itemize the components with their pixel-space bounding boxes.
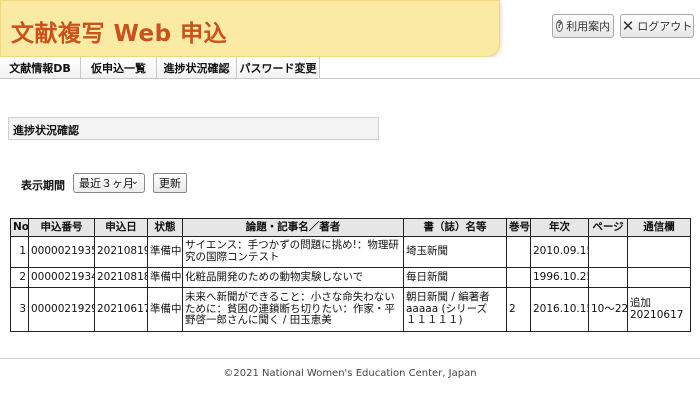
progress-table: No 申込番号 申込日 状態 論題・記事名／著者 書（誌）名等 巻号 年次 ペー…	[10, 218, 691, 332]
cell-no: 1	[10, 236, 29, 268]
cell-volume	[506, 267, 531, 288]
col-header-date: 申込日	[94, 218, 148, 237]
cell-date: 20210818	[94, 267, 148, 288]
cell-no: 3	[10, 287, 29, 332]
nav-item-provisional-list[interactable]: 仮申込一覧	[81, 57, 157, 78]
col-header-year: 年次	[530, 218, 589, 237]
table-row: 3 0000021929 20210617 準備中 未来へ新聞ができること：小さ…	[10, 287, 691, 332]
cell-year: 1996.10.25	[530, 267, 589, 288]
cell-app-no: 0000021935	[28, 236, 95, 268]
cell-title: サイエンス：手つかずの問題に挑め!：物理研究の国際コンテスト	[182, 236, 404, 268]
cell-title: 化粧品開発のための動物実験しないで	[182, 267, 404, 288]
cell-volume: 2	[506, 287, 531, 332]
cell-status: 準備中	[147, 236, 183, 268]
cell-status: 準備中	[147, 267, 183, 288]
close-icon: ✕	[621, 16, 635, 35]
help-button[interactable]: ? 利用案内	[552, 14, 614, 38]
col-header-no: No	[10, 218, 29, 237]
cell-status: 準備中	[147, 287, 183, 332]
cell-year: 2016.10.15	[530, 287, 589, 332]
cell-note	[627, 267, 691, 288]
col-header-journal: 書（誌）名等	[403, 218, 507, 237]
cell-pages	[588, 236, 628, 268]
col-header-title: 論題・記事名／著者	[182, 218, 404, 237]
question-icon: ?	[555, 20, 564, 32]
cell-no: 2	[10, 267, 29, 288]
col-header-volume: 巻号	[506, 218, 531, 237]
main-nav: 文献情報DB 仮申込一覧 進捗状況確認 パスワード変更	[0, 57, 700, 79]
col-header-app-no: 申込番号	[28, 218, 95, 237]
col-header-status: 状態	[147, 218, 183, 237]
footer-divider	[0, 358, 700, 359]
app-title: 文献複写 Web 申込	[11, 21, 228, 47]
period-label: 表示期間	[21, 179, 65, 192]
section-title: 進捗状況確認	[8, 117, 379, 140]
chevron-down-icon: ⌄	[130, 176, 139, 187]
help-label: 利用案内	[566, 20, 611, 33]
period-value: 最近３ヶ月	[79, 177, 134, 190]
copyright: ©2021 National Women's Education Center,…	[223, 368, 477, 379]
nav-item-progress[interactable]: 進捗状況確認	[157, 57, 237, 78]
cell-journal: 埼玉新聞	[403, 236, 507, 268]
nav-item-literature-db[interactable]: 文献情報DB	[0, 57, 81, 78]
table-row: 2 0000021934 20210818 準備中 化粧品開発のための動物実験し…	[10, 267, 691, 288]
cell-journal: 毎日新聞	[403, 267, 507, 288]
refresh-button[interactable]: 更新	[153, 173, 187, 193]
brand-banner: 文献複写 Web 申込	[0, 0, 500, 57]
cell-note	[627, 236, 691, 268]
table-row: 1 0000021935 20210819 準備中 サイエンス：手つかずの問題に…	[10, 236, 691, 268]
col-header-note: 通信欄	[627, 218, 691, 237]
cell-app-no: 0000021934	[28, 267, 95, 288]
cell-year: 2010.09.15	[530, 236, 589, 268]
cell-title: 未来へ新聞ができること：小さな命失わないために：貧困の連鎖断ち切りたい：作家・平…	[182, 287, 404, 332]
period-select[interactable]: 最近３ヶ月 ⌄	[73, 173, 145, 193]
cell-pages	[588, 267, 628, 288]
page: 文献複写 Web 申込 ? 利用案内 ✕ ログアウト 文献情報DB 仮申込一覧 …	[0, 0, 700, 400]
cell-pages: 10〜22	[588, 287, 628, 332]
table-header-row: No 申込番号 申込日 状態 論題・記事名／著者 書（誌）名等 巻号 年次 ペー…	[10, 218, 691, 237]
cell-note: 追加 20210617	[627, 287, 691, 332]
nav-item-change-password[interactable]: パスワード変更	[237, 57, 320, 78]
logout-label: ログアウト	[637, 20, 693, 33]
logout-button[interactable]: ✕ ログアウト	[620, 14, 694, 38]
cell-date: 20210819	[94, 236, 148, 268]
cell-date: 20210617	[94, 287, 148, 332]
col-header-pages: ページ	[588, 218, 628, 237]
cell-app-no: 0000021929	[28, 287, 95, 332]
cell-volume	[506, 236, 531, 268]
cell-journal: 朝日新聞 / 編著者 aaaaa (シリーズ １１１１１)	[403, 287, 507, 332]
